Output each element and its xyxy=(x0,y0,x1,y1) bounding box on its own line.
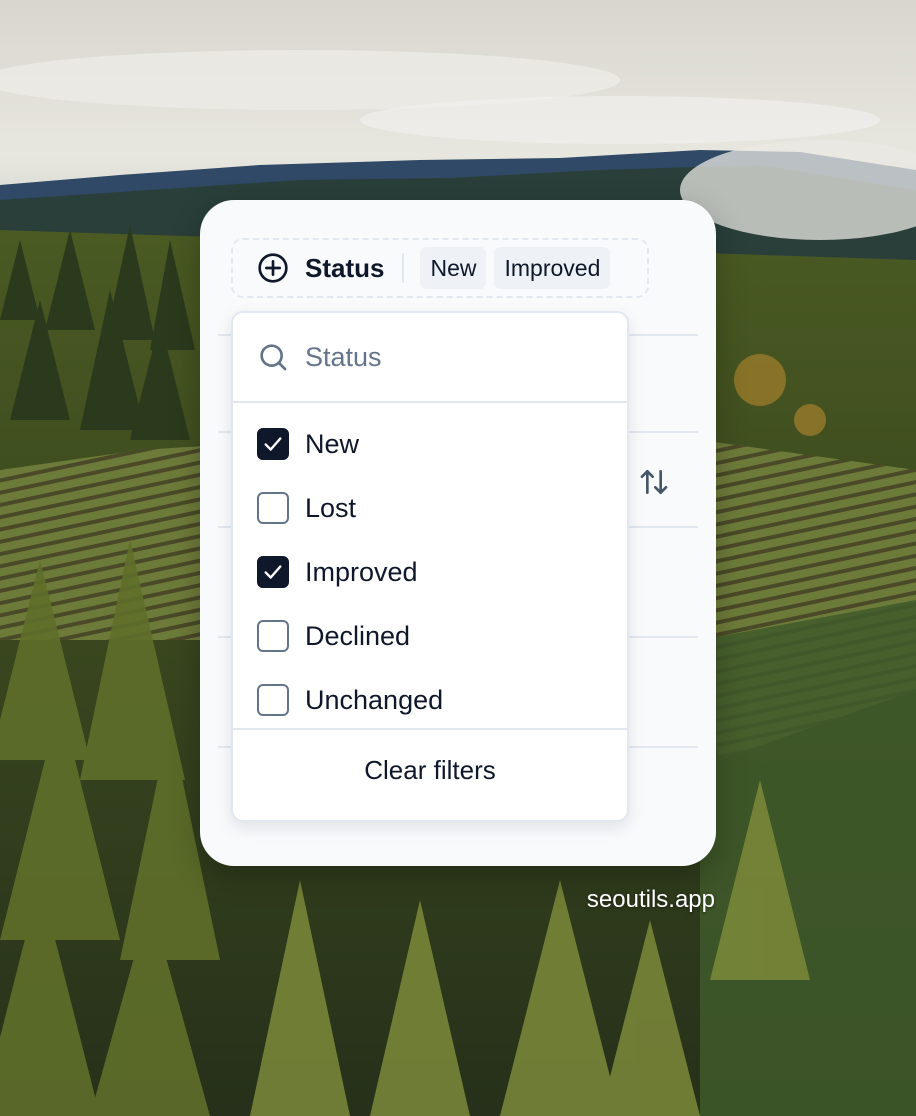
filter-separator xyxy=(402,253,405,283)
checkbox-new[interactable] xyxy=(257,428,289,460)
checkbox-declined[interactable] xyxy=(257,620,289,652)
search-icon xyxy=(260,344,287,371)
option-improved[interactable]: Improved xyxy=(233,540,627,604)
option-unchanged[interactable]: Unchanged xyxy=(233,668,627,732)
selected-badge-improved: Improved xyxy=(494,247,611,289)
status-search-input[interactable] xyxy=(305,341,595,373)
arrow-up-down-icon[interactable] xyxy=(638,466,670,498)
option-declined[interactable]: Declined xyxy=(233,604,627,668)
plus-circle-icon xyxy=(258,253,288,283)
watermark-text: seoutils.app xyxy=(586,886,715,913)
selected-badge-new: New xyxy=(420,247,487,289)
checkbox-improved[interactable] xyxy=(257,556,289,588)
check-icon xyxy=(264,437,282,451)
option-new[interactable]: New xyxy=(233,412,627,476)
status-options-list: New Lost Improved Declined Unchanged xyxy=(233,403,627,730)
option-label: Unchanged xyxy=(305,684,444,715)
check-icon xyxy=(264,565,282,579)
status-filter-label: Status xyxy=(305,252,385,283)
status-filter-button[interactable]: Status New Improved xyxy=(231,238,649,298)
search-row xyxy=(233,313,627,403)
option-label: Lost xyxy=(305,492,357,523)
checkbox-lost[interactable] xyxy=(257,492,289,524)
filter-card: Status New Improved New Los xyxy=(200,200,716,866)
option-label: New xyxy=(305,428,360,459)
option-label: Declined xyxy=(305,620,411,651)
checkbox-unchanged[interactable] xyxy=(257,684,289,716)
status-filter-popover: New Lost Improved Declined xyxy=(231,311,629,822)
option-label: Improved xyxy=(305,556,418,587)
clear-filters-button[interactable]: Clear filters xyxy=(233,730,627,810)
option-lost[interactable]: Lost xyxy=(233,476,627,540)
